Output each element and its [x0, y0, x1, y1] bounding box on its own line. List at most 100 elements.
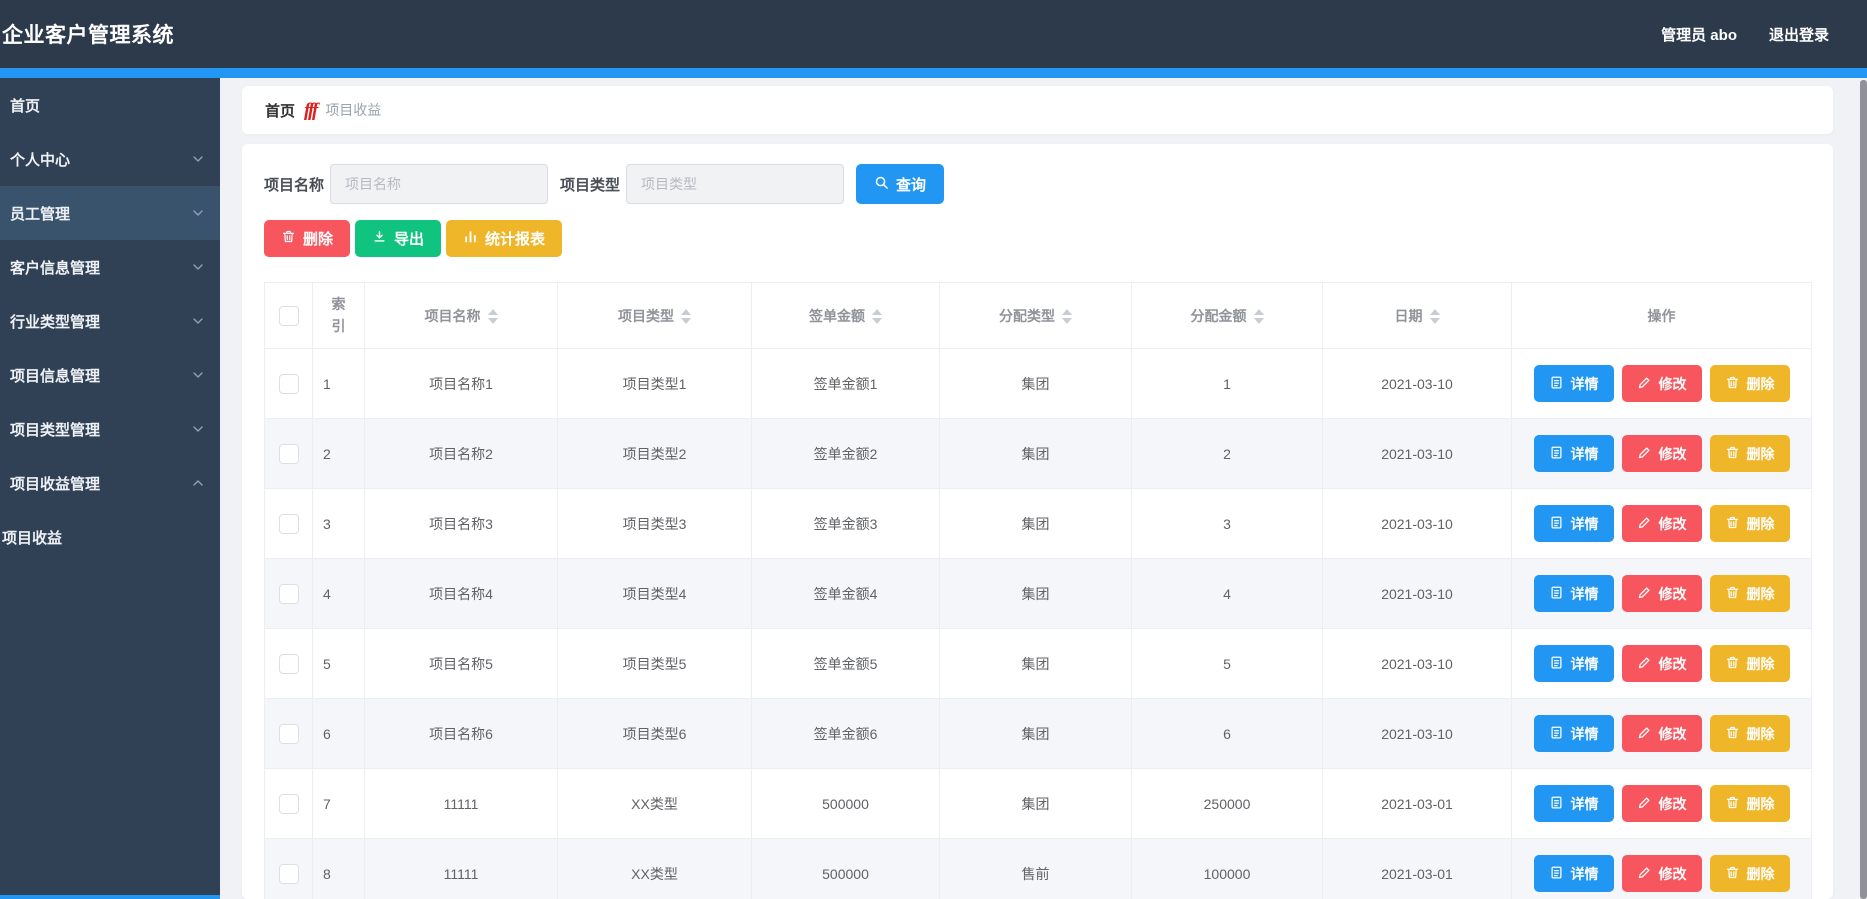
sort-carets-icon[interactable] — [487, 309, 498, 325]
detail-button[interactable]: 详情 — [1533, 435, 1614, 472]
row-checkbox[interactable] — [278, 443, 299, 464]
row-checkbox[interactable] — [278, 513, 299, 534]
table-row: 5 项目名称5 项目类型5 签单金额5 集团 5 2021-03-10 详情 修改 删除 — [264, 628, 1812, 699]
cell-actions: 详情 修改 删除 — [1511, 628, 1812, 699]
row-delete-button-label: 删除 — [1746, 375, 1775, 392]
select-all-checkbox[interactable] — [278, 305, 299, 326]
row-checkbox[interactable] — [278, 583, 299, 604]
cell-date: 2021-03-10 — [1322, 558, 1512, 629]
sidebar-item-1[interactable]: 首页 — [0, 78, 220, 132]
logout-link[interactable]: 退出登录 — [1769, 24, 1829, 45]
sidebar-item-7[interactable]: 项目类型管理 — [0, 402, 220, 456]
detail-button[interactable]: 详情 — [1533, 715, 1614, 752]
column-header-amount[interactable]: 签单金额 — [751, 282, 940, 349]
row-checkbox[interactable] — [278, 793, 299, 814]
edit-button-label: 修改 — [1658, 375, 1687, 392]
edit-button-label: 修改 — [1658, 725, 1687, 742]
cell-actions: 详情 修改 删除 — [1511, 698, 1812, 769]
delete-button[interactable]: 删除 — [264, 220, 351, 257]
row-delete-button[interactable]: 删除 — [1709, 435, 1790, 472]
edit-button-label: 修改 — [1658, 865, 1687, 882]
edit-button[interactable]: 修改 — [1621, 785, 1702, 822]
chevron-down-icon — [190, 313, 206, 329]
column-header-alloc_amount[interactable]: 分配金额 — [1131, 282, 1323, 349]
row-delete-button-label: 删除 — [1746, 795, 1775, 812]
row-checkbox[interactable] — [278, 723, 299, 744]
current-user[interactable]: 管理员 abo — [1661, 24, 1737, 45]
top-header-right: 管理员 abo 退出登录 — [1661, 24, 1829, 45]
cell-actions: 详情 修改 删除 — [1511, 768, 1812, 839]
cell-type: 项目类型1 — [557, 348, 752, 419]
edit-button[interactable]: 修改 — [1621, 365, 1702, 402]
project-name-input[interactable] — [330, 164, 549, 204]
row-delete-button[interactable]: 删除 — [1709, 365, 1790, 402]
page-scrollbar[interactable] — [1860, 80, 1867, 899]
detail-button-label: 详情 — [1570, 515, 1599, 532]
sort-carets-icon[interactable] — [1429, 309, 1440, 325]
report-button[interactable]: 统计报表 — [446, 220, 563, 257]
breadcrumb-home[interactable]: 首页 — [265, 100, 295, 121]
sidebar-item-3[interactable]: 员工管理 — [0, 186, 220, 240]
row-delete-button[interactable]: 删除 — [1709, 715, 1790, 752]
cell-date: 2021-03-10 — [1322, 418, 1512, 489]
download-icon — [372, 229, 387, 248]
report-button-label: 统计报表 — [485, 231, 546, 248]
column-header-name[interactable]: 项目名称 — [364, 282, 558, 349]
sidebar-item-9[interactable]: 项目收益 — [0, 510, 220, 564]
edit-icon — [1637, 865, 1652, 883]
cell-alloc-type: 售前 — [939, 838, 1132, 899]
column-header-label: 分配金额 — [1190, 307, 1247, 324]
cell-alloc-amount: 250000 — [1131, 768, 1323, 839]
sort-carets-icon[interactable] — [681, 309, 691, 325]
row-checkbox[interactable] — [278, 373, 299, 394]
chevron-up-icon — [190, 475, 206, 491]
table-row: 1 项目名称1 项目类型1 签单金额1 集团 1 2021-03-10 详情 修改 删除 — [264, 348, 1812, 419]
detail-button[interactable]: 详情 — [1533, 365, 1614, 402]
sidebar-item-8[interactable]: 项目收益管理 — [0, 456, 220, 510]
trash-icon — [1725, 515, 1740, 533]
sort-carets-icon[interactable] — [872, 309, 882, 325]
sidebar-item-2[interactable]: 个人中心 — [0, 132, 220, 186]
row-delete-button[interactable]: 删除 — [1709, 855, 1790, 892]
edit-button-label: 修改 — [1658, 585, 1687, 602]
cell-date: 2021-03-10 — [1322, 488, 1512, 559]
detail-button[interactable]: 详情 — [1533, 505, 1614, 542]
row-delete-button-label: 删除 — [1746, 725, 1775, 742]
column-header-date[interactable]: 日期 — [1322, 282, 1512, 349]
sidebar-scrollbar[interactable] — [0, 895, 220, 899]
edit-button[interactable]: 修改 — [1621, 435, 1702, 472]
edit-button-label: 修改 — [1658, 795, 1687, 812]
sidebar-item-6[interactable]: 项目信息管理 — [0, 348, 220, 402]
edit-button-label: 修改 — [1658, 655, 1687, 672]
row-delete-button[interactable]: 删除 — [1709, 575, 1790, 612]
column-header-alloc_type[interactable]: 分配类型 — [939, 282, 1132, 349]
query-button[interactable]: 查询 — [856, 164, 945, 204]
export-button[interactable]: 导出 — [355, 220, 442, 257]
row-delete-button[interactable]: 删除 — [1709, 505, 1790, 542]
cell-name: 项目名称6 — [364, 698, 558, 769]
sidebar-item-4[interactable]: 客户信息管理 — [0, 240, 220, 294]
detail-button[interactable]: 详情 — [1533, 855, 1614, 892]
project-type-label: 项目类型 — [560, 176, 621, 194]
project-type-input[interactable] — [626, 164, 845, 204]
document-icon — [1549, 585, 1564, 603]
table-row: 2 项目名称2 项目类型2 签单金额2 集团 2 2021-03-10 详情 修改 删除 — [264, 418, 1812, 489]
row-checkbox[interactable] — [278, 863, 299, 884]
row-checkbox[interactable] — [278, 653, 299, 674]
detail-button[interactable]: 详情 — [1533, 645, 1614, 682]
column-header-type[interactable]: 项目类型 — [557, 282, 752, 349]
row-delete-button[interactable]: 删除 — [1709, 645, 1790, 682]
sort-carets-icon[interactable] — [1062, 309, 1072, 325]
edit-button[interactable]: 修改 — [1621, 505, 1702, 542]
edit-button[interactable]: 修改 — [1621, 855, 1702, 892]
sort-carets-icon[interactable] — [1253, 309, 1264, 325]
edit-button[interactable]: 修改 — [1621, 715, 1702, 752]
sidebar-item-5[interactable]: 行业类型管理 — [0, 294, 220, 348]
edit-button[interactable]: 修改 — [1621, 575, 1702, 612]
row-delete-button[interactable]: 删除 — [1709, 785, 1790, 822]
data-table-wrap: 索引 项目名称 项目类型 签单金额 分配类型 分配金额 日期 操作 1 项目名称1 项目类型1 签单金… — [264, 282, 1812, 899]
edit-button[interactable]: 修改 — [1621, 645, 1702, 682]
table-row: 6 项目名称6 项目类型6 签单金额6 集团 6 2021-03-10 详情 修改 删除 — [264, 698, 1812, 769]
detail-button[interactable]: 详情 — [1533, 785, 1614, 822]
detail-button[interactable]: 详情 — [1533, 575, 1614, 612]
